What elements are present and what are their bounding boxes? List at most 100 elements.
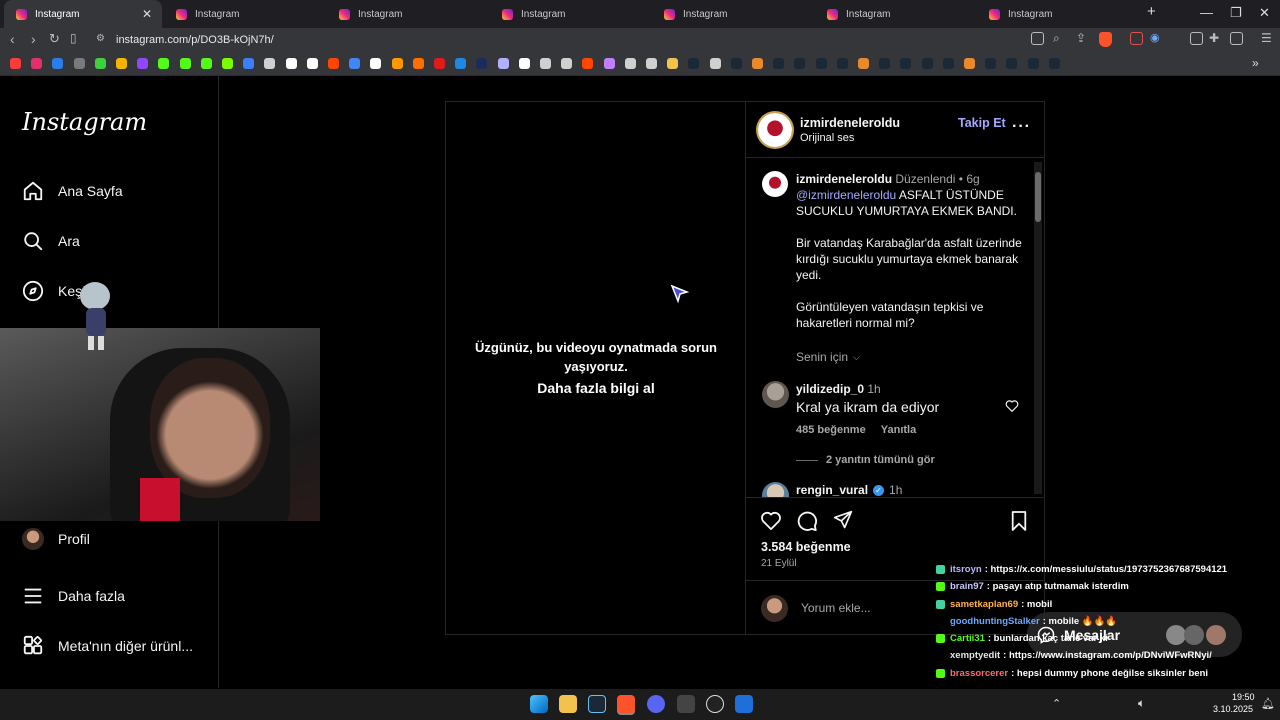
instagram-logo[interactable]: Instagram xyxy=(22,108,147,136)
comment-username[interactable]: rengin_vural xyxy=(796,483,868,497)
obs-icon[interactable] xyxy=(677,695,695,713)
zoom-icon[interactable]: ⌕ xyxy=(1053,31,1060,46)
save-icon[interactable] xyxy=(1010,510,1028,532)
close-tab-icon[interactable]: ✕ xyxy=(142,7,152,21)
back-icon[interactable]: ‹ xyxy=(10,31,15,47)
bookmark-favicon-icon[interactable] xyxy=(879,58,891,69)
bookmark-favicon-icon[interactable] xyxy=(222,58,233,69)
bookmark-favicon-icon[interactable] xyxy=(603,58,615,69)
share-icon[interactable]: ⇪ xyxy=(1076,31,1086,45)
bookmark-favicon-icon[interactable] xyxy=(306,58,318,69)
bookmark-favicon-icon[interactable] xyxy=(1048,58,1060,69)
bookmark-favicon-icon[interactable] xyxy=(942,58,954,69)
like-comment-icon[interactable] xyxy=(1005,399,1019,412)
bookmark-favicon-icon[interactable] xyxy=(328,58,339,69)
bookmark-favicon-icon[interactable] xyxy=(582,58,594,69)
bookmark-favicon-icon[interactable] xyxy=(455,58,467,69)
bookmark-favicon-icon[interactable] xyxy=(264,58,276,69)
volume-icon[interactable]: 🔈︎ xyxy=(1138,696,1145,711)
add-comment-input[interactable]: Yorum ekle... xyxy=(801,601,871,615)
reload-icon[interactable]: ↻ xyxy=(49,31,60,47)
tab-instagram-active[interactable]: Instagram ✕ xyxy=(4,0,162,28)
more-options-icon[interactable]: ··· xyxy=(1012,118,1031,136)
bookmark-favicon-icon[interactable] xyxy=(540,58,551,69)
app-icon[interactable] xyxy=(735,695,753,713)
sidebar-toggle-icon[interactable] xyxy=(1230,32,1243,45)
extension-icon[interactable]: ◉ xyxy=(1150,31,1160,44)
like-count[interactable]: 3.584 beğenme xyxy=(761,540,851,554)
like-icon[interactable] xyxy=(760,510,782,530)
extension-icon[interactable] xyxy=(1130,32,1143,45)
commenter-avatar[interactable] xyxy=(762,482,789,497)
bookmark-favicon-icon[interactable] xyxy=(900,58,912,69)
mention-link[interactable]: @izmirdeneleroldu xyxy=(796,188,896,202)
nav-more[interactable]: Daha fazla xyxy=(22,585,125,607)
brave-browser-icon[interactable] xyxy=(617,695,635,713)
bookmark-favicon-icon[interactable] xyxy=(836,58,848,69)
browser-menu-icon[interactable]: ☰ xyxy=(1261,31,1272,45)
bookmark-favicon-icon[interactable] xyxy=(624,58,636,69)
discord-icon[interactable] xyxy=(647,695,665,713)
bookmark-favicon-icon[interactable] xyxy=(730,58,742,69)
bookmark-favicon-icon[interactable] xyxy=(773,58,785,69)
chevron-up-icon[interactable]: ⌃ xyxy=(1052,697,1061,710)
learn-more-link[interactable]: Daha fazla bilgi al xyxy=(446,380,746,396)
brave-shields-icon[interactable] xyxy=(1099,32,1112,47)
bookmark-favicon-icon[interactable] xyxy=(518,58,530,69)
bookmark-favicon-icon[interactable] xyxy=(349,58,361,69)
tab-instagram[interactable]: Instagram xyxy=(327,0,487,28)
bookmark-favicon-icon[interactable] xyxy=(412,58,424,69)
bookmark-favicon-icon[interactable] xyxy=(709,58,721,69)
view-replies-button[interactable]: 2 yanıtın tümünü gör xyxy=(796,454,935,466)
bookmark-favicon-icon[interactable] xyxy=(794,58,806,69)
windows-start-icon[interactable] xyxy=(530,695,548,713)
bookmark-favicon-icon[interactable] xyxy=(858,58,869,69)
clock-date[interactable]: 3.10.2025 xyxy=(1205,704,1253,714)
bookmark-favicon-icon[interactable] xyxy=(985,58,997,69)
app-icon[interactable] xyxy=(706,695,724,713)
bookmark-favicon-icon[interactable] xyxy=(179,58,191,69)
bookmark-favicon-icon[interactable] xyxy=(561,58,573,69)
author-avatar[interactable] xyxy=(758,113,792,147)
minimize-icon[interactable]: — xyxy=(1200,5,1213,20)
site-info-icon[interactable]: ⚙ xyxy=(96,33,105,44)
steam-icon[interactable] xyxy=(588,695,606,713)
comments-scrollbar[interactable] xyxy=(1034,162,1042,494)
bookmark-page-icon[interactable]: ▯ xyxy=(70,31,77,45)
cast-icon[interactable] xyxy=(1031,32,1044,45)
bookmark-favicon-icon[interactable] xyxy=(200,58,212,69)
bookmark-favicon-icon[interactable] xyxy=(52,58,64,69)
forward-icon[interactable]: › xyxy=(31,31,36,47)
scrollbar-thumb[interactable] xyxy=(1035,172,1041,222)
bookmark-favicon-icon[interactable] xyxy=(646,58,657,69)
reply-button[interactable]: Yanıtla xyxy=(881,424,916,436)
bookmark-favicon-icon[interactable] xyxy=(1027,58,1039,69)
nav-home[interactable]: Ana Sayfa xyxy=(22,180,123,202)
extension-icon[interactable] xyxy=(1190,32,1203,45)
bookmark-favicon-icon[interactable] xyxy=(243,58,255,69)
nav-search[interactable]: Ara xyxy=(22,230,80,252)
bookmark-favicon-icon[interactable] xyxy=(137,58,149,69)
bookmark-favicon-icon[interactable] xyxy=(285,58,297,69)
commenter-avatar[interactable] xyxy=(762,381,789,408)
tab-instagram[interactable]: Instagram xyxy=(652,0,812,28)
bookmark-favicon-icon[interactable] xyxy=(391,58,403,69)
bookmark-favicon-icon[interactable] xyxy=(497,58,509,69)
bookmark-favicon-icon[interactable] xyxy=(370,58,382,69)
extensions-puzzle-icon[interactable]: ✚ xyxy=(1209,31,1219,45)
bookmark-favicon-icon[interactable] xyxy=(116,58,127,69)
bookmark-favicon-icon[interactable] xyxy=(1006,58,1018,69)
new-tab-icon[interactable]: + xyxy=(1147,3,1156,20)
close-window-icon[interactable]: ✕ xyxy=(1259,5,1270,21)
caption-username[interactable]: izmirdeneleroldu xyxy=(796,172,892,186)
author-username[interactable]: izmirdeneleroldu xyxy=(800,116,900,130)
clock-time[interactable]: 19:50 xyxy=(1232,692,1255,702)
nav-profile[interactable]: Profil xyxy=(22,528,90,550)
share-icon[interactable] xyxy=(833,510,853,530)
bookmark-favicon-icon[interactable] xyxy=(73,58,85,69)
comment-username[interactable]: yildizedip_0 xyxy=(796,382,864,396)
caption-avatar[interactable] xyxy=(762,171,788,197)
bookmark-favicon-icon[interactable] xyxy=(476,58,488,69)
bookmark-favicon-icon[interactable] xyxy=(94,58,106,69)
file-explorer-icon[interactable] xyxy=(559,695,577,713)
